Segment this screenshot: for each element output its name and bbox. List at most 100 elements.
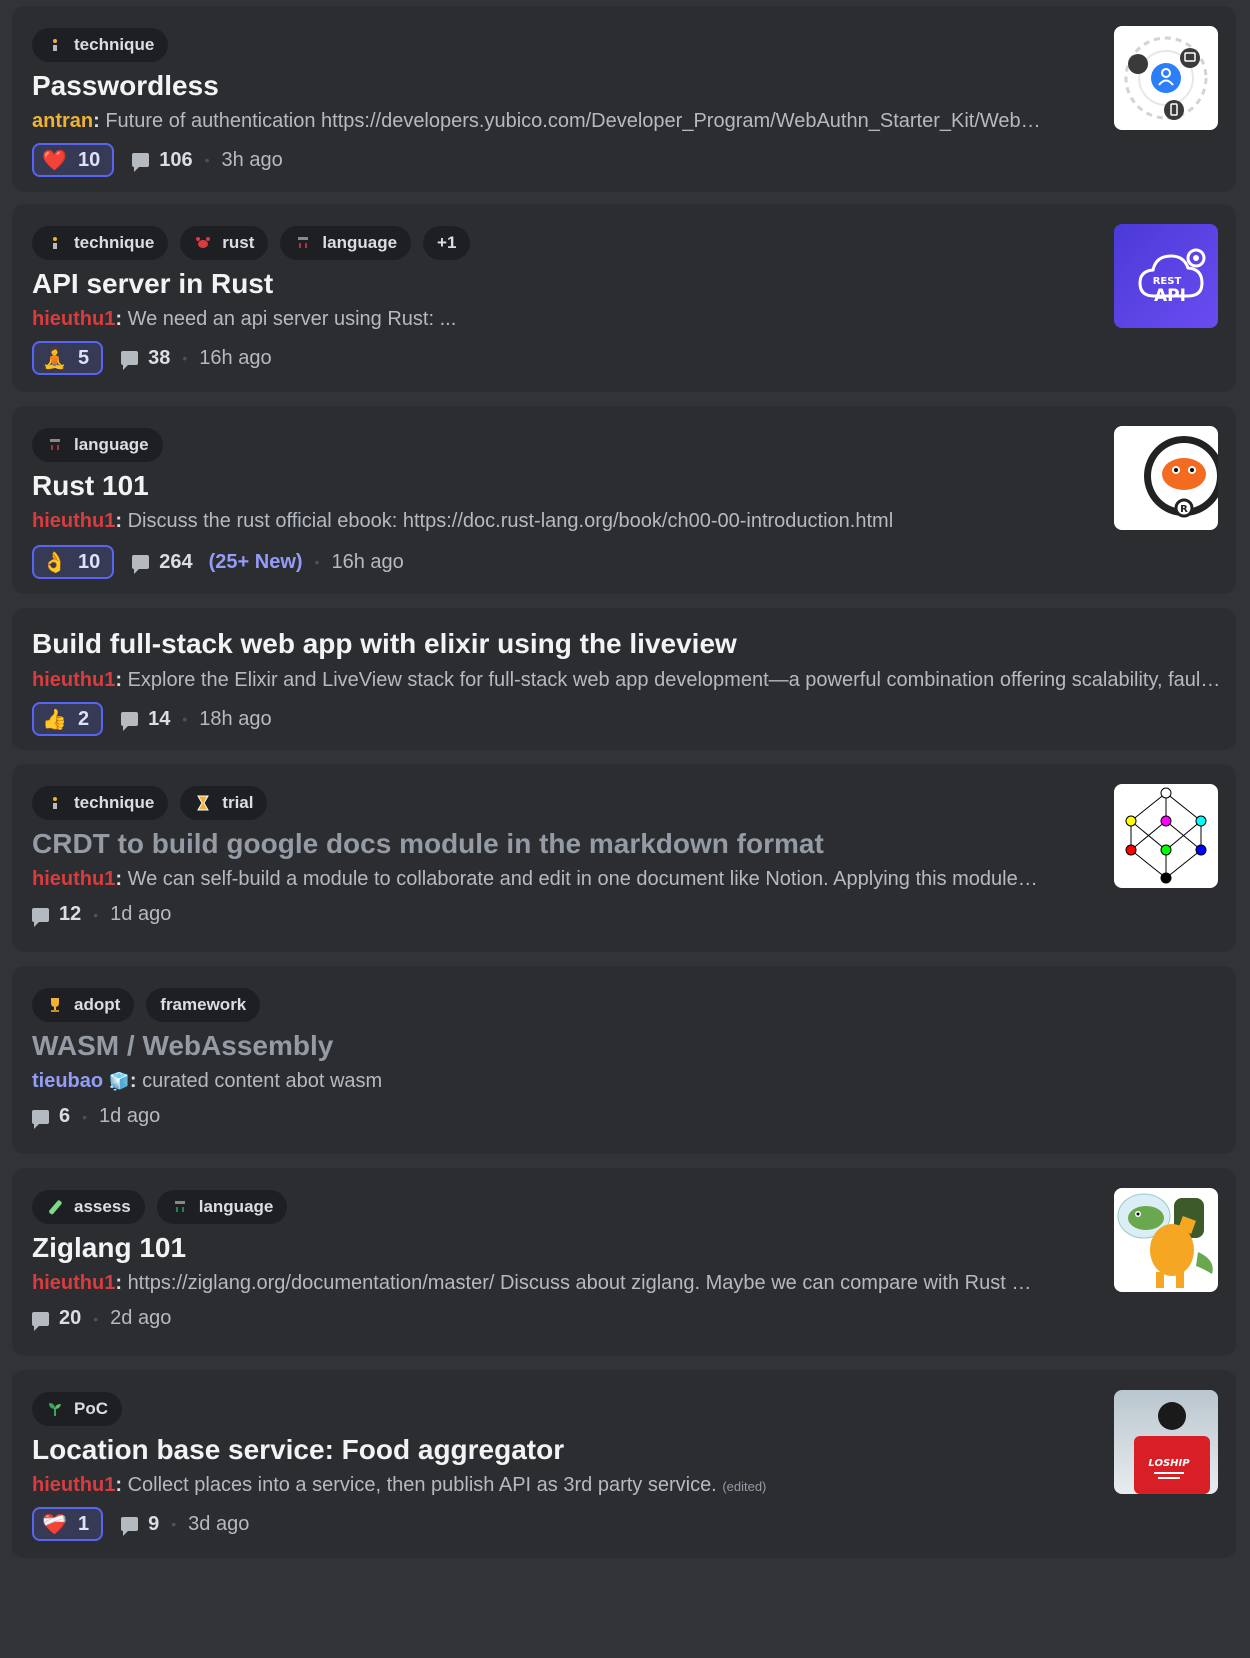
tag-adopt[interactable]: adopt bbox=[32, 988, 135, 1022]
post-preview: hieuthu1: Collect places into a service,… bbox=[32, 1474, 767, 1496]
tag-language[interactable]: language bbox=[280, 226, 412, 260]
post-preview: hieuthu1: Discuss the rust official eboo… bbox=[32, 510, 894, 532]
tag-technique[interactable]: technique bbox=[32, 226, 169, 260]
post-title[interactable]: API server in Rust bbox=[32, 268, 273, 300]
post-title[interactable]: Ziglang 101 bbox=[32, 1232, 186, 1264]
forum-post-card[interactable]: Build full-stack web app with elixir usi… bbox=[12, 608, 1236, 750]
language-icon bbox=[294, 234, 312, 252]
meditation-icon: 🧘 bbox=[42, 347, 67, 370]
zig-mascot-image[interactable] bbox=[1114, 1188, 1218, 1292]
forum-post-list: technique Passwordless antran: Future of… bbox=[0, 0, 1250, 1658]
post-author[interactable]: hieuthu1 bbox=[32, 868, 115, 890]
post-preview: hieuthu1: We can self-build a module to … bbox=[32, 868, 1042, 891]
post-title[interactable]: CRDT to build google docs module in the … bbox=[32, 828, 824, 860]
post-meta: ❤️‍🩹 1 9 • 3d ago bbox=[32, 1507, 249, 1541]
post-author[interactable]: hieuthu1 bbox=[32, 669, 115, 691]
separator-dot: • bbox=[93, 1310, 99, 1327]
language-icon bbox=[171, 1198, 189, 1216]
reaction-button[interactable]: 👌 10 bbox=[32, 545, 115, 579]
tag-more-count[interactable]: +1 bbox=[423, 226, 471, 260]
comment-count-value: 9 bbox=[148, 1512, 160, 1535]
separator-dot: • bbox=[93, 906, 99, 923]
preview-text: Future of authentication https://develop… bbox=[105, 110, 1042, 132]
post-author[interactable]: hieuthu1 bbox=[32, 1272, 115, 1294]
heart-icon: ❤️ bbox=[42, 149, 67, 172]
post-time: 16h ago bbox=[199, 346, 272, 369]
tag-list: assess language bbox=[32, 1190, 288, 1224]
tag-label: language bbox=[198, 1197, 274, 1216]
svg-text:API: API bbox=[1154, 286, 1186, 306]
comment-icon bbox=[32, 907, 49, 927]
tag-label: language bbox=[74, 435, 149, 454]
post-meta: 👍 2 14 • 18h ago bbox=[32, 702, 272, 736]
forum-post-card[interactable]: language Rust 101 hieuthu1: Discuss the … bbox=[12, 406, 1236, 594]
tag-technique[interactable]: technique bbox=[32, 786, 169, 820]
comment-icon bbox=[121, 712, 139, 731]
post-meta: ❤️ 10 106 • 3h ago bbox=[32, 143, 283, 177]
post-title[interactable]: Build full-stack web app with elixir usi… bbox=[32, 628, 737, 660]
reaction-button[interactable]: 🧘 5 bbox=[32, 341, 104, 375]
post-title[interactable]: Rust 101 bbox=[32, 470, 149, 502]
comment-icon bbox=[32, 1311, 49, 1331]
reaction-button[interactable]: ❤️ 10 bbox=[32, 143, 115, 177]
ferris-crab-image[interactable]: R bbox=[1114, 426, 1218, 530]
tag-list: technique rust language +1 bbox=[32, 226, 471, 260]
separator-dot: • bbox=[204, 152, 210, 168]
post-preview: hieuthu1: Explore the Elixir and LiveVie… bbox=[32, 669, 1222, 692]
comment-icon bbox=[132, 555, 150, 574]
reaction-count: 10 bbox=[78, 148, 101, 171]
trophy-icon bbox=[46, 996, 64, 1014]
ok-hand-icon: 👌 bbox=[42, 551, 67, 574]
reaction-button[interactable]: ❤️‍🩹 1 bbox=[32, 1507, 104, 1541]
post-time: 3h ago bbox=[221, 148, 283, 171]
tag-list: adopt framework bbox=[32, 988, 261, 1022]
new-messages-badge[interactable]: (25+ New) bbox=[209, 551, 303, 574]
reaction-count: 5 bbox=[78, 346, 90, 369]
forum-post-card[interactable]: assess language Ziglang 101 hieuthu1: ht… bbox=[12, 1168, 1236, 1356]
post-title[interactable]: Location base service: Food aggregator bbox=[32, 1434, 564, 1466]
tag-technique[interactable]: technique bbox=[32, 28, 169, 62]
post-meta: 👌 10 264 (25+ New) • 16h ago bbox=[32, 545, 404, 579]
post-author[interactable]: tieubao bbox=[32, 1070, 103, 1092]
comment-count-value: 38 bbox=[148, 346, 171, 369]
preview-text: Collect places into a service, then publ… bbox=[127, 1474, 717, 1496]
language-icon bbox=[46, 436, 64, 454]
forum-post-card[interactable]: technique Passwordless antran: Future of… bbox=[12, 6, 1236, 192]
post-title[interactable]: Passwordless bbox=[32, 70, 219, 102]
post-time: 2d ago bbox=[110, 1307, 172, 1329]
reaction-count: 10 bbox=[78, 550, 101, 573]
comment-count-value: 20 bbox=[59, 1307, 82, 1329]
crdt-lattice-image[interactable] bbox=[1114, 784, 1218, 888]
separator-dot: • bbox=[314, 554, 320, 570]
seedling-icon bbox=[46, 1400, 64, 1418]
forum-post-card[interactable]: technique trial CRDT to build google doc… bbox=[12, 764, 1236, 952]
thumbs-up-icon: 👍 bbox=[42, 708, 67, 731]
post-preview: hieuthu1: https://ziglang.org/documentat… bbox=[32, 1272, 1042, 1295]
tag-trial[interactable]: trial bbox=[180, 786, 268, 820]
post-author[interactable]: antran bbox=[32, 110, 93, 132]
forum-post-card[interactable]: adopt framework WASM / WebAssembly tieub… bbox=[12, 966, 1236, 1154]
post-time: 3d ago bbox=[188, 1512, 250, 1535]
tag-rust[interactable]: rust bbox=[180, 226, 269, 260]
post-time: 1d ago bbox=[99, 1105, 161, 1127]
preview-text: Discuss the rust official ebook: https:/… bbox=[127, 510, 894, 532]
reaction-button[interactable]: 👍 2 bbox=[32, 702, 104, 736]
crab-icon bbox=[194, 234, 212, 252]
loship-delivery-image[interactable]: LOSHIP bbox=[1114, 1390, 1218, 1494]
tag-framework[interactable]: framework bbox=[146, 988, 261, 1022]
tag-assess[interactable]: assess bbox=[32, 1190, 145, 1224]
passwordless-image[interactable] bbox=[1114, 26, 1218, 130]
forum-post-card[interactable]: PoC Location base service: Food aggregat… bbox=[12, 1370, 1236, 1558]
tag-label: technique bbox=[74, 793, 155, 812]
post-title[interactable]: WASM / WebAssembly bbox=[32, 1030, 333, 1062]
technique-icon bbox=[46, 794, 64, 812]
post-author[interactable]: hieuthu1 bbox=[32, 510, 115, 532]
forum-post-card[interactable]: technique rust language +1 API server in… bbox=[12, 204, 1236, 392]
rest-api-image[interactable]: REST API bbox=[1114, 224, 1218, 328]
tag-poc[interactable]: PoC bbox=[32, 1392, 122, 1426]
post-author[interactable]: hieuthu1 bbox=[32, 1474, 115, 1496]
tag-language[interactable]: language bbox=[32, 428, 163, 462]
comment-icon bbox=[121, 1517, 139, 1536]
tag-language[interactable]: language bbox=[156, 1190, 288, 1224]
post-author[interactable]: hieuthu1 bbox=[32, 308, 115, 330]
